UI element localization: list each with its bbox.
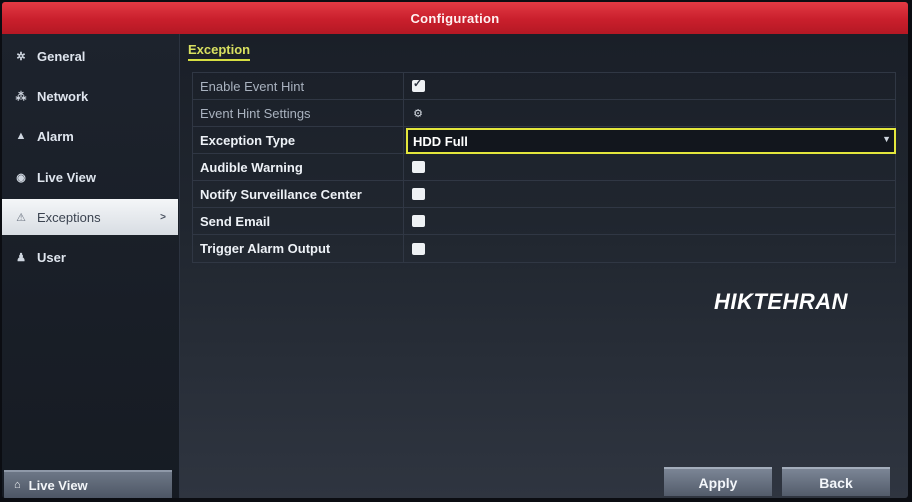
sidebar-item-label: Live View xyxy=(37,169,97,185)
sidebar-item-exceptions[interactable]: ⚠ Exceptions > xyxy=(2,199,178,235)
settings-icon[interactable]: ⚙ xyxy=(412,108,424,120)
exception-type-select[interactable]: HDD Full ▼ xyxy=(406,128,896,154)
tab-exception[interactable]: Exception xyxy=(188,42,251,61)
form-row-event-hint-settings: Event Hint Settings ⚙ xyxy=(193,100,895,127)
eye-icon: ◉ xyxy=(16,171,26,184)
exception-type-value: HDD Full xyxy=(413,133,468,149)
enable-event-hint-checkbox[interactable] xyxy=(412,77,425,92)
trigger-alarm-label: Trigger Alarm Output xyxy=(193,235,404,262)
form-row-exception-type: Exception Type HDD Full ▼ xyxy=(193,127,896,154)
exception-form: Enable Event Hint Event Hint Settings ⚙ … xyxy=(192,72,896,263)
apply-button[interactable]: Apply xyxy=(664,467,772,496)
form-row-audible-warning: Audible Warning xyxy=(193,154,895,181)
back-button[interactable]: Back xyxy=(782,467,890,496)
alarm-icon: ▲ xyxy=(15,130,27,142)
watermark-text: HIKTEHRAN xyxy=(714,289,849,314)
chevron-down-icon: ▼ xyxy=(882,134,891,144)
send-email-checkbox[interactable] xyxy=(412,215,425,227)
sidebar-item-label: User xyxy=(37,249,66,265)
sidebar-item-label: Network xyxy=(37,88,89,104)
form-row-trigger-alarm: Trigger Alarm Output xyxy=(193,235,895,262)
enable-event-hint-label: Enable Event Hint xyxy=(193,73,404,99)
users-icon: ♟ xyxy=(16,251,26,264)
send-email-label: Send Email xyxy=(193,208,404,234)
audible-warning-checkbox[interactable] xyxy=(412,161,425,173)
sidebar-item-label: General xyxy=(37,48,86,64)
form-row-notify-center: Notify Surveillance Center xyxy=(193,181,895,208)
audible-warning-label: Audible Warning xyxy=(193,154,404,180)
sidebar-item-label: Exceptions xyxy=(37,209,101,225)
trigger-alarm-checkbox[interactable] xyxy=(412,242,425,255)
sidebar-item-live-view[interactable]: ◉ Live View xyxy=(2,159,178,195)
notify-center-label: Notify Surveillance Center xyxy=(193,181,404,207)
sidebar-item-network[interactable]: ⁂ Network xyxy=(2,78,178,114)
event-hint-settings-label: Event Hint Settings xyxy=(193,100,404,126)
sidebar-item-alarm[interactable]: ▲ Alarm xyxy=(2,118,178,154)
notify-center-checkbox[interactable] xyxy=(412,188,425,200)
live-view-button-label: Live View xyxy=(28,477,88,493)
form-row-send-email: Send Email xyxy=(193,208,895,235)
home-icon: ⌂ xyxy=(14,479,21,491)
sidebar-item-label: Alarm xyxy=(37,128,74,144)
live-view-button[interactable]: ⌂ Live View xyxy=(4,470,172,498)
window-title: Configuration xyxy=(2,2,908,34)
gear-icon: ✲ xyxy=(16,50,26,63)
form-row-enable-event-hint: Enable Event Hint xyxy=(193,73,895,100)
sidebar-item-user[interactable]: ♟ User xyxy=(2,239,178,275)
chevron-right-icon: > xyxy=(160,211,166,223)
warning-icon: ⚠ xyxy=(16,211,26,224)
sidebar: ✲ General ⁂ Network ▲ Alarm ◉ Live View … xyxy=(2,34,180,498)
network-icon: ⁂ xyxy=(15,90,27,103)
main-panel: Exception Enable Event Hint Event Hint S… xyxy=(180,34,908,498)
sidebar-item-general[interactable]: ✲ General xyxy=(2,38,178,74)
exception-type-label: Exception Type xyxy=(193,127,404,153)
dvr-config-screen: Configuration ✲ General ⁂ Network ▲ Alar… xyxy=(2,2,908,498)
